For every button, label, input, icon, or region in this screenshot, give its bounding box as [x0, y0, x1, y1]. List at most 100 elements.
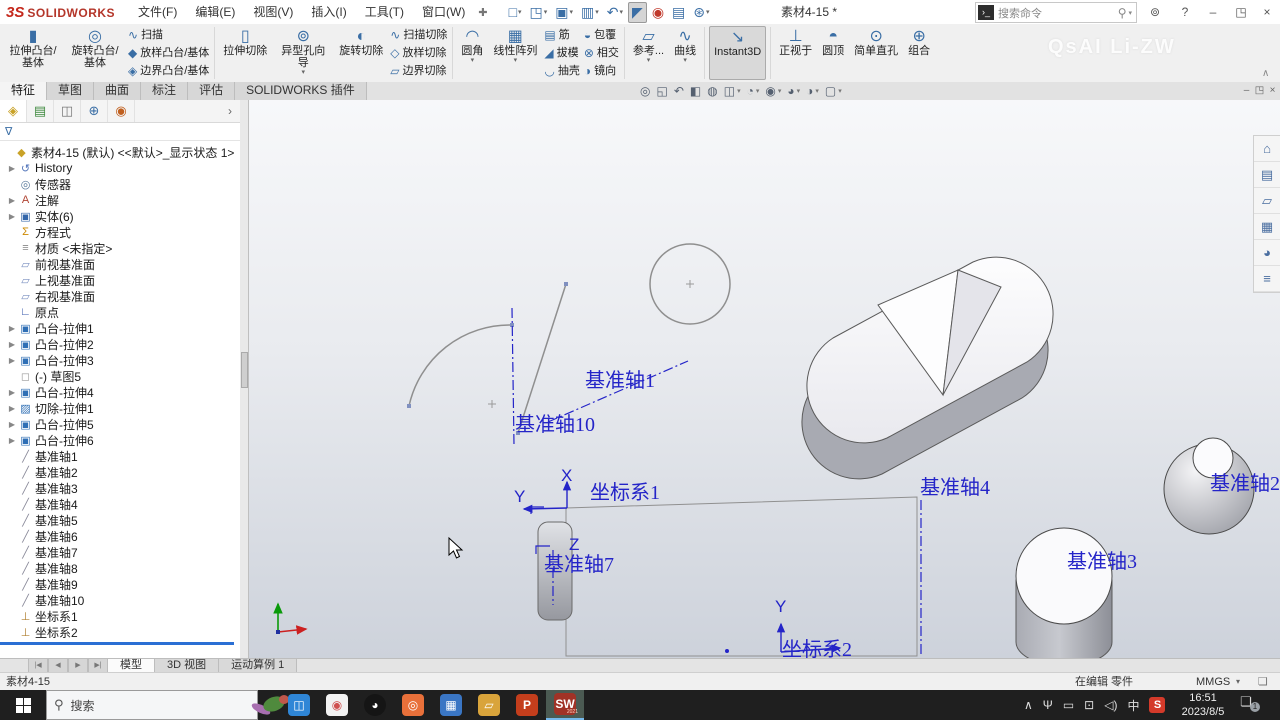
ribbon-button-边界凸台/基体[interactable]: ◈ 边界凸台/基体: [128, 62, 209, 80]
tree-item-4[interactable]: ▶ ▣ 实体(6): [0, 208, 240, 224]
expand-arrow-icon[interactable]: ▶: [6, 324, 18, 333]
mail-app-icon[interactable]: ◫: [280, 690, 318, 720]
units-dropdown-icon[interactable]: ▾: [1236, 673, 1240, 691]
ribbon-button-旋转切除[interactable]: ◐ 旋转切除: [335, 26, 387, 80]
qq-app-icon[interactable]: ◕: [356, 690, 394, 720]
ribbon-button-圆角[interactable]: ◠ 圆角 ▾: [457, 26, 487, 80]
apply-scene-icon-dropdown[interactable]: ▾: [815, 87, 819, 95]
cylinder-top-face[interactable]: [1015, 527, 1113, 625]
tree-item-23[interactable]: ╱ 基准轴5: [0, 512, 240, 528]
display-style-icon[interactable]: ◔ ▾: [747, 84, 760, 98]
ribbon-button-筋[interactable]: ▤ 筋: [544, 26, 579, 44]
taskbar-search-box[interactable]: ⚲ 搜索: [46, 690, 289, 720]
edit-appearance-icon-dropdown[interactable]: ▾: [797, 87, 801, 95]
child-minimize-button[interactable]: –: [1240, 83, 1253, 99]
tree-item-11[interactable]: ▶ ▣ 凸台-拉伸1: [0, 320, 240, 336]
menu-item-3[interactable]: 插入(I): [302, 1, 355, 24]
axis1-label[interactable]: 基准轴1: [585, 369, 655, 392]
tree-item-17[interactable]: ▶ ▣ 凸台-拉伸5: [0, 416, 240, 432]
hide-show-items-icon-dropdown[interactable]: ▾: [778, 87, 782, 95]
select-cursor-button[interactable]: ◤: [628, 1, 647, 23]
restore-button[interactable]: ◳: [1228, 0, 1254, 24]
tree-item-24[interactable]: ╱ 基准轴6: [0, 528, 240, 544]
ribbon-dropdown-icon[interactable]: ▾: [514, 57, 518, 64]
pin-menu-icon[interactable]: ✚: [478, 6, 487, 19]
design-library-icon[interactable]: ▤: [1254, 162, 1280, 188]
tab-SOLIDWORKS 插件[interactable]: SOLIDWORKS 插件: [235, 82, 367, 100]
display-style-icon-dropdown[interactable]: ▾: [756, 87, 760, 95]
status-tag-icon[interactable]: ❏: [1258, 673, 1268, 691]
tree-item-28[interactable]: ╱ 基准轴10: [0, 592, 240, 608]
tree-item-19[interactable]: ╱ 基准轴1: [0, 448, 240, 464]
tab-特征[interactable]: 特征: [0, 82, 48, 100]
tree-item-9[interactable]: ▱ 右视基准面: [0, 288, 240, 304]
save-button[interactable]: ▣ ▾: [552, 3, 576, 22]
axis3-label[interactable]: 基准轴3: [1067, 550, 1137, 573]
custom-properties-icon[interactable]: ≡: [1254, 266, 1280, 292]
ribbon-button-镜向[interactable]: ◑ 镜向: [584, 62, 619, 80]
ribbon-dropdown-icon[interactable]: ▾: [647, 57, 651, 64]
hide-show-items-icon[interactable]: ◉ ▾: [765, 84, 781, 98]
tree-item-18[interactable]: ▶ ▣ 凸台-拉伸6: [0, 432, 240, 448]
tree-expand-arrow-icon[interactable]: ›: [228, 100, 240, 122]
save-button-dropdown-icon[interactable]: ▾: [570, 8, 574, 16]
ribbon-button-拔模[interactable]: ◢ 拔模: [544, 44, 579, 62]
menu-item-5[interactable]: 窗口(W): [413, 1, 474, 24]
splitter-grip[interactable]: [241, 352, 248, 388]
axis4-label[interactable]: 基准轴4: [920, 476, 990, 499]
sketch-line[interactable]: [517, 283, 567, 434]
coordinate-system-2[interactable]: Y 坐标系2: [725, 597, 852, 658]
ime-icon[interactable]: 中: [1127, 697, 1139, 714]
expand-arrow-icon[interactable]: ▶: [6, 196, 18, 205]
tree-item-0[interactable]: ◆ 素材4-15 (默认) <<默认>_显示状态 1>: [0, 144, 240, 160]
expand-arrow-icon[interactable]: ▶: [6, 212, 18, 221]
tree-item-14[interactable]: ◻ (-) 草图5: [0, 368, 240, 384]
display-icon[interactable]: ⊡: [1084, 698, 1094, 712]
ribbon-button-线性阵列[interactable]: ▦ 线性阵列 ▾: [489, 26, 541, 80]
view-orientation-icon[interactable]: ◫ ▾: [724, 84, 741, 98]
child-restore-button[interactable]: ◳: [1253, 83, 1266, 99]
ribbon-dropdown-icon[interactable]: ▾: [471, 57, 475, 64]
tree-item-29[interactable]: ⊥ 坐标系1: [0, 608, 240, 624]
ribbon-button-放样凸台/基体[interactable]: ◆ 放样凸台/基体: [128, 44, 209, 62]
ribbon-button-包覆[interactable]: ◒ 包覆: [584, 26, 619, 44]
coordinate-system-1[interactable]: X Y Z 坐标系1: [514, 466, 660, 554]
cone-top-face[interactable]: [1192, 437, 1234, 479]
ribbon-button-正视于[interactable]: ⊥ 正视于: [775, 26, 816, 80]
rollback-bar[interactable]: [0, 642, 234, 645]
expand-arrow-icon[interactable]: ▶: [6, 164, 18, 173]
ribbon-button-抽壳[interactable]: ◡ 抽壳: [544, 62, 579, 80]
sogou-icon[interactable]: S: [1149, 697, 1166, 713]
calculator-app-icon[interactable]: ▦: [432, 690, 470, 720]
open-document-button-dropdown-icon[interactable]: ▾: [544, 8, 548, 16]
menu-item-4[interactable]: 工具(T): [356, 1, 413, 24]
plane-outline[interactable]: [565, 496, 918, 657]
search-dropdown-icon[interactable]: ▾: [1128, 9, 1132, 17]
solidworks-app-icon[interactable]: SW 2021: [546, 690, 584, 720]
tree-item-10[interactable]: ∟ 原点: [0, 304, 240, 320]
pc-manager-app-icon[interactable]: ◉: [318, 690, 356, 720]
command-search-box[interactable]: ›_ 搜索命令 ⚲ ▾: [975, 2, 1137, 23]
new-document-button[interactable]: □ ▾: [506, 3, 525, 21]
cylinder-model[interactable]: [1015, 527, 1113, 658]
tab-评估[interactable]: 评估: [188, 82, 236, 100]
datum-axis-10[interactable]: [511, 307, 515, 446]
ribbon-button-组合[interactable]: ⊕ 组合: [904, 26, 934, 80]
zoom-fit-icon[interactable]: ◎: [640, 84, 650, 98]
tab-草图[interactable]: 草图: [47, 82, 95, 100]
ribbon-button-拉伸凸台/基体[interactable]: ▮ 拉伸凸台/基体: [3, 26, 63, 80]
start-button[interactable]: [0, 690, 46, 720]
tree-item-22[interactable]: ╱ 基准轴4: [0, 496, 240, 512]
tree-item-25[interactable]: ╱ 基准轴7: [0, 544, 240, 560]
tree-item-20[interactable]: ╱ 基准轴2: [0, 464, 240, 480]
menu-item-1[interactable]: 编辑(E): [186, 1, 244, 24]
sketch-arc[interactable]: [408, 324, 513, 407]
expand-arrow-icon[interactable]: ▶: [6, 340, 18, 349]
browser-app-icon[interactable]: ◎: [394, 690, 432, 720]
tree-item-12[interactable]: ▶ ▣ 凸台-拉伸2: [0, 336, 240, 352]
doc-tab-运动算例 1[interactable]: 运动算例 1: [219, 659, 298, 673]
options-button-dropdown-icon[interactable]: ▾: [706, 8, 710, 16]
options-button[interactable]: ⊛ ▾: [690, 3, 712, 22]
tree-item-15[interactable]: ▶ ▣ 凸台-拉伸4: [0, 384, 240, 400]
minimize-button[interactable]: –: [1200, 0, 1226, 24]
